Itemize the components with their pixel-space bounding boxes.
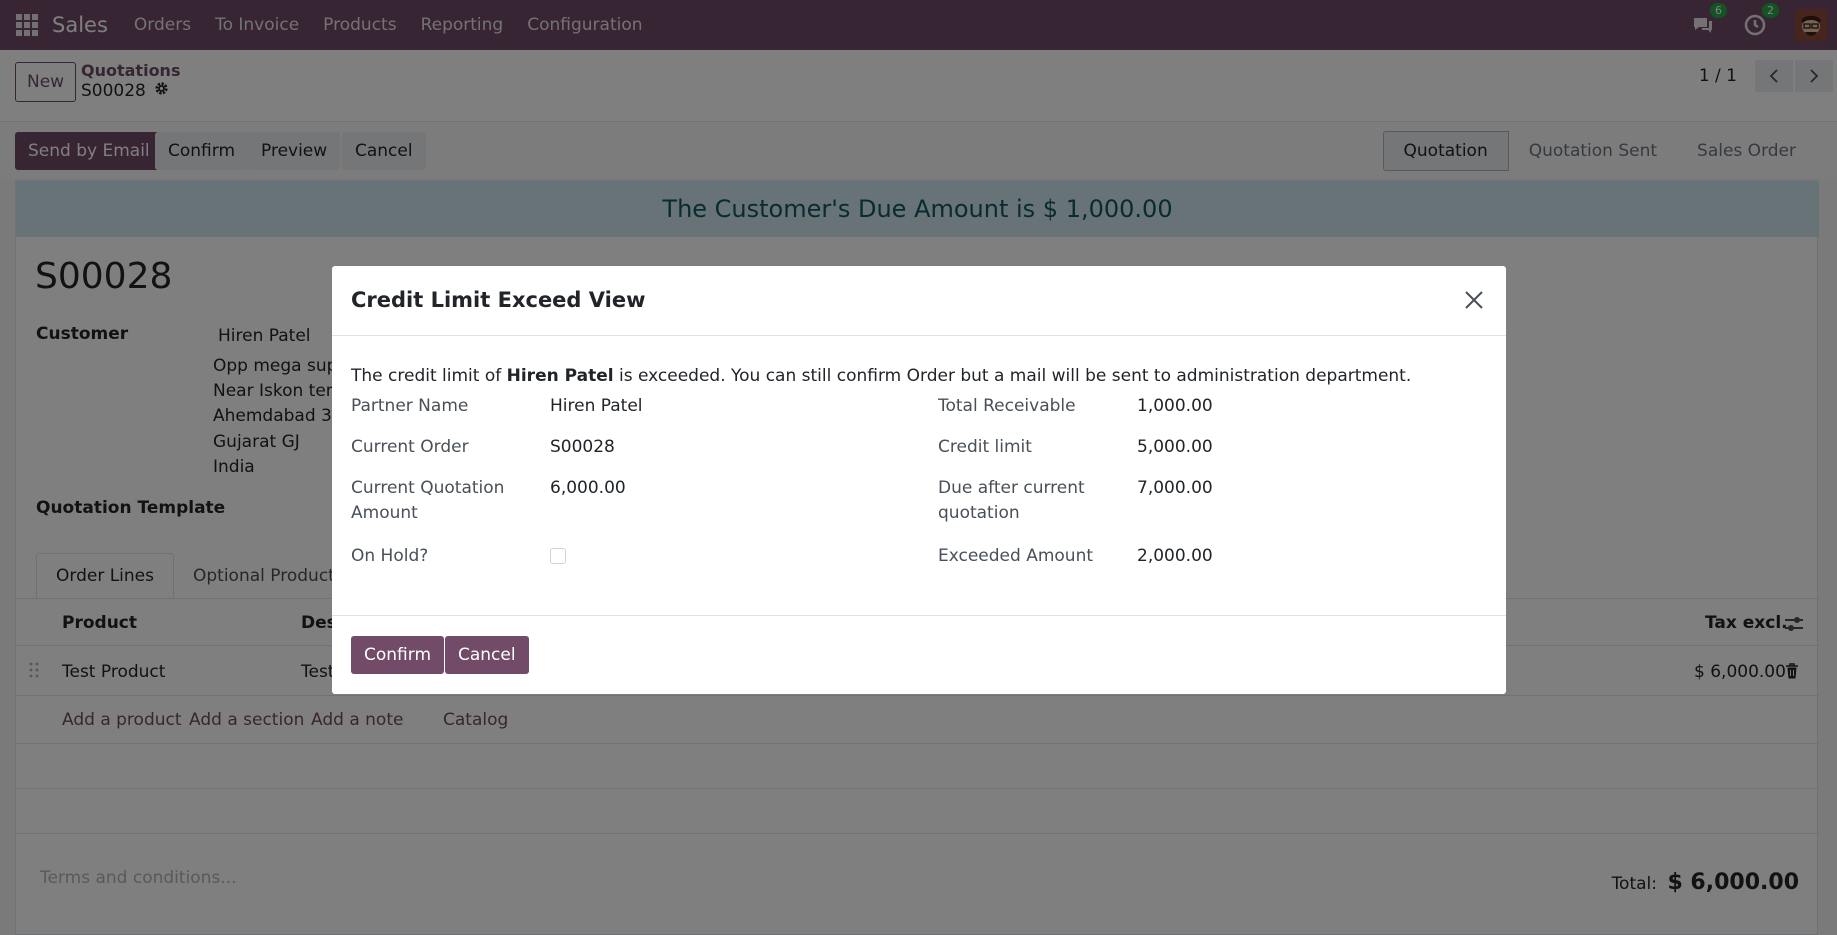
exceeded-amount-value: 2,000.00 [1137, 546, 1213, 566]
message-partner-name: Hiren Patel [506, 366, 614, 386]
credit-limit-message: The credit limit of Hiren Patel is excee… [351, 366, 1412, 386]
current-order-label: Current Order [351, 437, 469, 457]
on-hold-checkbox[interactable] [550, 548, 566, 564]
credit-limit-label: Credit limit [938, 437, 1032, 457]
current-quotation-amount-value: 6,000.00 [550, 478, 626, 498]
total-receivable-label: Total Receivable [938, 396, 1076, 416]
close-icon[interactable] [1460, 286, 1488, 314]
dialog-footer: Confirm Cancel [332, 615, 1506, 694]
current-quotation-amount-label-line1: Current Quotation [351, 478, 505, 498]
current-quotation-amount-label-line2: Amount [351, 503, 418, 523]
exceeded-amount-label: Exceeded Amount [938, 546, 1094, 566]
due-after-quotation-label-line1: Due after current [938, 478, 1085, 498]
credit-limit-value: 5,000.00 [1137, 437, 1213, 457]
total-receivable-value: 1,000.00 [1137, 396, 1213, 416]
dialog-confirm-button[interactable]: Confirm [351, 636, 445, 674]
current-order-value: S00028 [550, 437, 615, 457]
due-after-quotation-value: 7,000.00 [1137, 478, 1213, 498]
dialog-header: Credit Limit Exceed View [332, 266, 1506, 336]
on-hold-label: On Hold? [351, 546, 429, 566]
partner-name-value: Hiren Patel [550, 396, 643, 416]
credit-limit-dialog: Credit Limit Exceed View The credit limi… [332, 266, 1506, 694]
dialog-cancel-button[interactable]: Cancel [445, 636, 529, 674]
dialog-title: Credit Limit Exceed View [351, 288, 646, 312]
partner-name-label: Partner Name [351, 396, 469, 416]
due-after-quotation-label-line2: quotation [938, 503, 1020, 523]
